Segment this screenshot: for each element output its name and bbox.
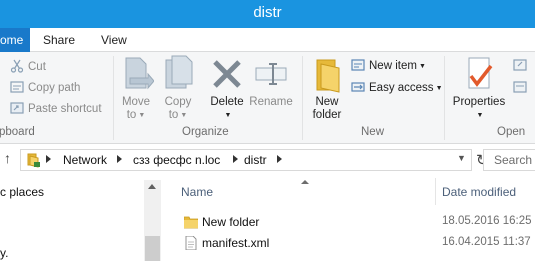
breadcrumb-distr[interactable]: distr	[244, 153, 267, 167]
ribbon-divider	[113, 56, 114, 140]
copy-to-icon	[165, 55, 193, 89]
title-bar: distr	[0, 0, 535, 28]
clipboard-group-label: pboard	[0, 126, 35, 138]
scissors-icon	[10, 59, 24, 73]
file-row[interactable]: manifest.xml 16.04.2015 11:37	[161, 233, 535, 253]
breadcrumb-chevron-icon[interactable]	[233, 155, 238, 163]
rename-button[interactable]: Rename	[249, 54, 293, 109]
tab-view[interactable]: View	[101, 28, 127, 52]
open-icon	[513, 59, 527, 71]
edit-icon	[513, 81, 527, 93]
delete-x-icon	[213, 60, 241, 88]
new-folder-button[interactable]: New folder	[307, 54, 347, 122]
breadcrumb-server[interactable]: сзз фесфс n.loc	[127, 153, 220, 167]
open-group-label: Open	[497, 126, 526, 138]
address-dropdown-icon[interactable]: ▼	[457, 153, 466, 163]
xml-file-icon	[185, 236, 197, 250]
tab-share[interactable]: Share	[43, 28, 75, 52]
breadcrumb-chevron-icon[interactable]	[46, 155, 51, 163]
new-item-icon	[351, 59, 365, 71]
nav-scrollbar[interactable]	[144, 180, 161, 261]
copy-path-icon	[10, 81, 24, 93]
open-button[interactable]	[513, 57, 531, 75]
ribbon: Cut Copy path Paste shortcut pboard Move…	[0, 52, 535, 144]
paste-shortcut-button[interactable]: Paste shortcut	[10, 100, 102, 118]
address-row: ↑ Network сзз фесфс n.loc distr ▼ ↻ Sear…	[0, 144, 535, 176]
file-date-modified: 16.04.2015 11:37	[442, 236, 531, 248]
rename-icon	[255, 63, 287, 85]
sort-ascending-icon	[301, 180, 309, 184]
nav-item-library[interactable]: y.	[0, 246, 8, 260]
column-header-date-modified[interactable]: Date modified	[442, 185, 516, 199]
new-item-button[interactable]: New item ▼	[351, 57, 426, 75]
scroll-thumb[interactable]	[145, 236, 160, 261]
edit-button[interactable]	[513, 79, 531, 97]
properties-button[interactable]: Properties ▼	[450, 54, 508, 122]
move-to-button[interactable]: Move to ▼	[117, 54, 155, 122]
ribbon-divider	[302, 56, 303, 140]
column-divider[interactable]	[435, 178, 436, 205]
file-list: Name Date modified New folder 18.05.2016…	[161, 176, 535, 261]
tab-home[interactable]: ome	[0, 28, 30, 52]
breadcrumb-network[interactable]: Network	[63, 153, 107, 167]
paste-shortcut-icon	[10, 102, 24, 114]
file-date-modified: 18.05.2016 16:25	[442, 215, 532, 227]
folder-icon	[184, 216, 198, 229]
search-placeholder: Search o	[494, 153, 535, 167]
breadcrumb-chevron-icon[interactable]	[117, 155, 122, 163]
file-name: manifest.xml	[202, 236, 270, 250]
copy-path-button[interactable]: Copy path	[10, 79, 80, 97]
network-folder-icon	[27, 153, 40, 168]
scroll-up-arrow-icon[interactable]	[148, 184, 156, 189]
organize-group-label: Organize	[182, 126, 229, 138]
copy-to-button[interactable]: Copy to ▼	[159, 54, 197, 122]
properties-checkmark-icon	[468, 57, 493, 89]
nav-item-recent-places[interactable]: c places	[0, 185, 44, 199]
ribbon-divider	[444, 56, 445, 140]
easy-access-button[interactable]: Easy access ▼	[351, 79, 443, 97]
breadcrumb-chevron-icon[interactable]	[277, 155, 282, 163]
delete-button[interactable]: Delete ▼	[205, 54, 249, 122]
new-folder-icon	[316, 59, 340, 93]
new-group-label: New	[361, 126, 385, 138]
up-arrow-icon[interactable]: ↑	[4, 150, 11, 166]
move-to-icon	[125, 57, 154, 90]
search-box[interactable]: Search o	[483, 149, 535, 171]
window-title: distr	[253, 4, 282, 21]
navigation-pane: c places y.	[0, 176, 161, 261]
file-name: New folder	[202, 215, 260, 229]
column-header-name[interactable]: Name	[181, 185, 213, 199]
easy-access-icon	[351, 82, 365, 92]
cut-button[interactable]: Cut	[10, 58, 46, 76]
file-row[interactable]: New folder 18.05.2016 16:25	[161, 212, 535, 232]
ribbon-tabs: ome Share View	[0, 28, 535, 52]
address-bar[interactable]: Network сзз фесфс n.loc distr ▼ ↻	[20, 149, 489, 171]
